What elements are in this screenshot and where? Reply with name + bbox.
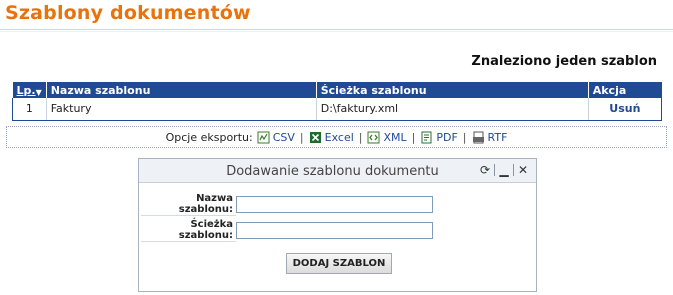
export-rtf-link[interactable]: RTF [472,131,507,144]
refresh-icon[interactable]: ⟳ [478,163,492,177]
sort-arrow-icon: ▼ [35,87,42,97]
dialog-controls: ⟳ ▁ ✕ [478,163,530,177]
page-title: Szablony dokumentów [5,2,251,24]
cell-lp: 1 [12,98,47,121]
cell-template-path: D:\faktury.xml [316,98,589,121]
rtf-icon [472,131,485,144]
excel-icon [309,131,322,144]
column-header-lp[interactable]: Lp.▼ [12,82,47,98]
controls-divider [494,164,495,176]
column-header-path: Ścieżka szablonu [316,82,589,98]
form-row-path: Ścieżka szablonu: [141,219,433,242]
export-options-bar: Opcje eksportu: CSV | Excel | XML | PDF … [6,126,667,148]
form-row-name: Nazwa szablonu: [141,193,433,216]
csv-icon [257,131,270,144]
export-excel-link[interactable]: Excel [309,131,354,144]
controls-divider [513,164,514,176]
export-pdf-link[interactable]: PDF [420,131,458,144]
template-name-label: Nazwa szablonu: [141,193,236,216]
minimize-icon[interactable]: ▁ [497,163,511,177]
xml-icon [367,131,380,144]
templates-table: Lp.▼ Nazwa szablonu Ścieżka szablonu Akc… [12,82,663,121]
template-path-input[interactable] [236,222,433,239]
title-divider-shadow [0,31,673,32]
export-csv-link[interactable]: CSV [257,131,295,144]
table-row: 1 Faktury D:\faktury.xml Usuń [12,98,663,121]
export-label: Opcje eksportu: [165,130,253,144]
pdf-icon [420,131,433,144]
cell-action: Usuń [588,98,663,121]
dialog-header: Dodawanie szablonu dokumentu ⟳ ▁ ✕ [139,159,536,183]
results-count: Znaleziono jeden szablon [471,54,657,69]
add-template-dialog: Dodawanie szablonu dokumentu ⟳ ▁ ✕ Nazwa… [138,158,537,292]
template-path-label: Ścieżka szablonu: [141,219,236,242]
delete-link[interactable]: Usuń [609,102,640,115]
column-header-action: Akcja [588,82,662,98]
cell-template-name: Faktury [46,98,317,121]
title-divider [0,29,673,30]
column-header-name: Nazwa szablonu [46,82,317,98]
add-template-button[interactable]: DODAJ SZABLON [286,253,392,274]
dialog-title: Dodawanie szablonu dokumentu [226,164,439,179]
export-xml-link[interactable]: XML [367,131,407,144]
template-name-input[interactable] [236,196,433,213]
close-icon[interactable]: ✕ [516,163,530,177]
table-header-row: Lp.▼ Nazwa szablonu Ścieżka szablonu Akc… [12,82,662,98]
